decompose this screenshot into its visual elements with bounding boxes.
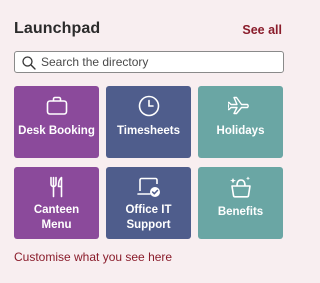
customise-link[interactable]: Customise what you see here [14,250,172,264]
search-box[interactable] [14,51,284,73]
search-icon [22,56,36,70]
tile-office-it-support[interactable]: Office IT Support [106,167,191,239]
launchpad-title: Launchpad [14,20,101,37]
tile-label: Office IT Support [125,204,172,231]
laptop-check-icon [136,177,160,197]
launchpad-header: Launchpad See all [14,18,282,42]
gift-basket-icon [229,176,251,198]
tile-desk-booking[interactable]: Desk Booking [14,86,99,158]
airplane-icon [227,96,249,115]
fork-knife-icon [49,176,62,198]
tile-label: Holidays [216,125,265,137]
tile-label: Desk Booking [18,125,95,137]
tile-timesheets[interactable]: Timesheets [106,86,191,158]
briefcase-icon [46,96,67,115]
tile-label: Benefits [217,206,264,218]
tile-label: Timesheets [116,125,181,137]
clock-icon [138,95,159,117]
search-input[interactable] [41,53,277,71]
see-all-link[interactable]: See all [242,23,282,37]
tile-label: Canteen Menu [33,204,80,231]
tile-benefits[interactable]: Benefits [198,167,283,239]
tile-holidays[interactable]: Holidays [198,86,283,158]
launchpad-panel: Launchpad See all Desk Booking Timesheet… [0,0,308,283]
tile-canteen-menu[interactable]: Canteen Menu [14,167,99,239]
